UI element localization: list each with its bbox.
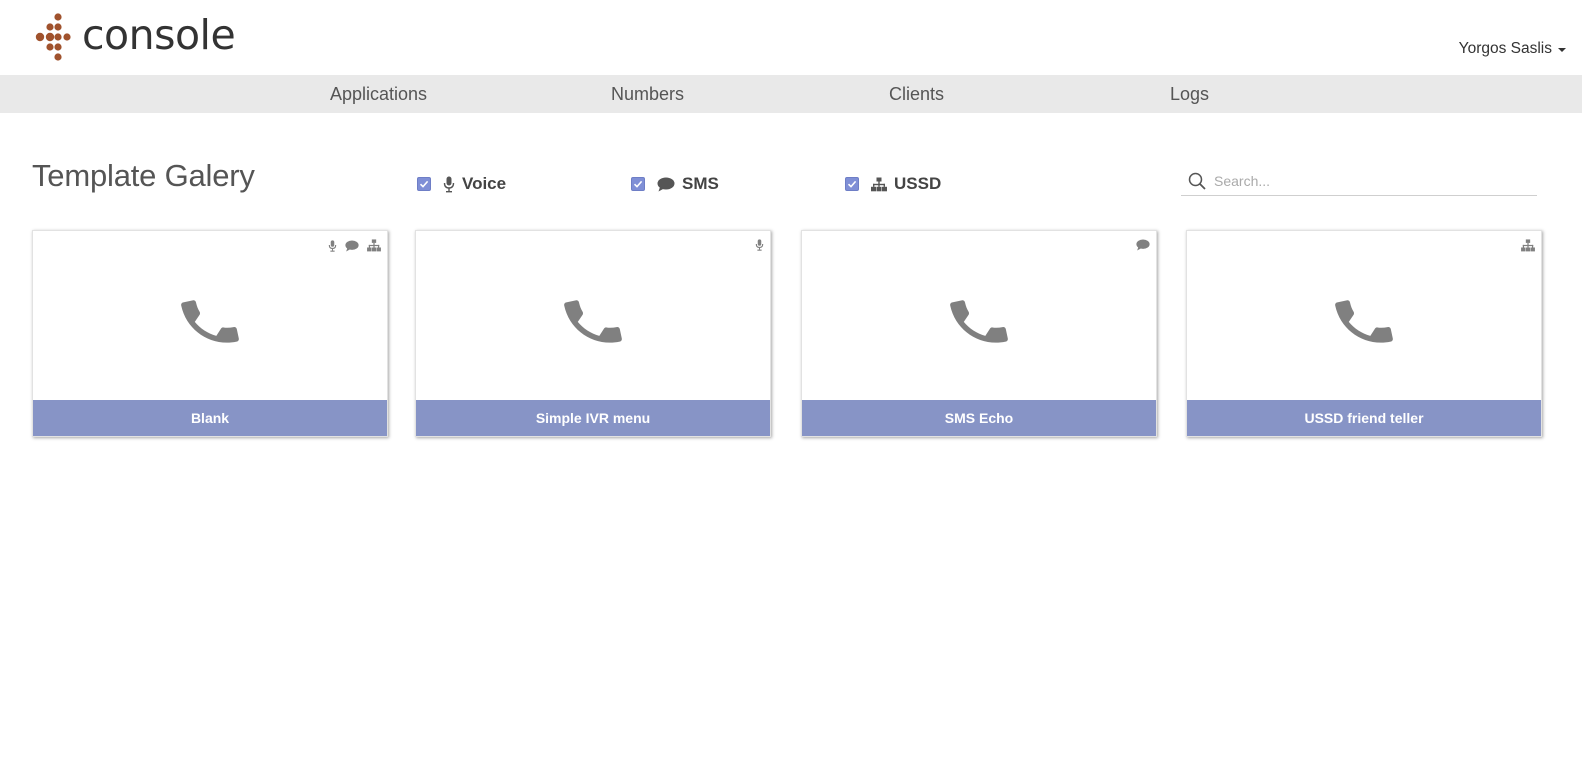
template-card-simple-ivr-menu[interactable]: Simple IVR menu (415, 230, 771, 437)
filter-label-sms: SMS (682, 174, 719, 193)
nav-item-numbers[interactable]: Numbers (611, 75, 684, 113)
logo-icon (35, 13, 71, 61)
card-tags (328, 239, 381, 252)
filter-voice[interactable]: Voice (417, 173, 506, 195)
microphone-icon (443, 176, 455, 193)
phone-icon (950, 300, 1008, 343)
card-title: Simple IVR menu (416, 400, 770, 436)
search-input[interactable] (1214, 172, 1514, 189)
card-tags (1521, 239, 1535, 252)
microphone-icon (328, 239, 337, 252)
search-icon (1188, 172, 1206, 190)
sitemap-icon (1521, 239, 1535, 252)
card-title: USSD friend teller (1187, 400, 1541, 436)
filter-sms[interactable]: SMS (631, 173, 719, 195)
page-title: Template Galery (32, 158, 255, 193)
sitemap-icon (367, 239, 381, 252)
search-box (1181, 166, 1537, 196)
phone-icon (181, 300, 239, 343)
nav-item-logs[interactable]: Logs (1170, 75, 1209, 113)
filter-ussd[interactable]: USSD (845, 173, 941, 195)
phone-icon (1335, 300, 1393, 343)
ussd-checkbox[interactable] (845, 177, 859, 191)
phone-icon (564, 300, 622, 343)
template-card-ussd-friend-teller[interactable]: USSD friend teller (1186, 230, 1542, 437)
nav-item-applications[interactable]: Applications (330, 75, 427, 113)
filter-label-ussd: USSD (894, 174, 942, 193)
template-card-sms-echo[interactable]: SMS Echo (801, 230, 1157, 437)
card-tags (1136, 239, 1150, 251)
sitemap-icon (871, 177, 887, 192)
chat-bubble-icon (657, 177, 675, 192)
filter-label-voice: Voice (462, 174, 507, 193)
voice-checkbox[interactable] (417, 177, 431, 191)
header: console Yorgos Saslis (0, 0, 1582, 75)
card-tags (755, 239, 764, 251)
user-menu[interactable]: Yorgos Saslis (1459, 40, 1566, 58)
logo-text: console (82, 10, 236, 59)
sms-checkbox[interactable] (631, 177, 645, 191)
user-name: Yorgos Saslis (1458, 40, 1552, 57)
template-card-blank[interactable]: Blank (32, 230, 388, 437)
nav-item-clients[interactable]: Clients (889, 75, 944, 113)
card-title: SMS Echo (802, 400, 1156, 436)
caret-down-icon (1558, 48, 1566, 52)
microphone-icon (755, 239, 764, 251)
main-nav: Applications Numbers Clients Logs (0, 75, 1582, 113)
chat-bubble-icon (1136, 239, 1150, 251)
card-title: Blank (33, 400, 387, 436)
logo[interactable]: console (34, 10, 236, 62)
chat-bubble-icon (345, 240, 359, 252)
